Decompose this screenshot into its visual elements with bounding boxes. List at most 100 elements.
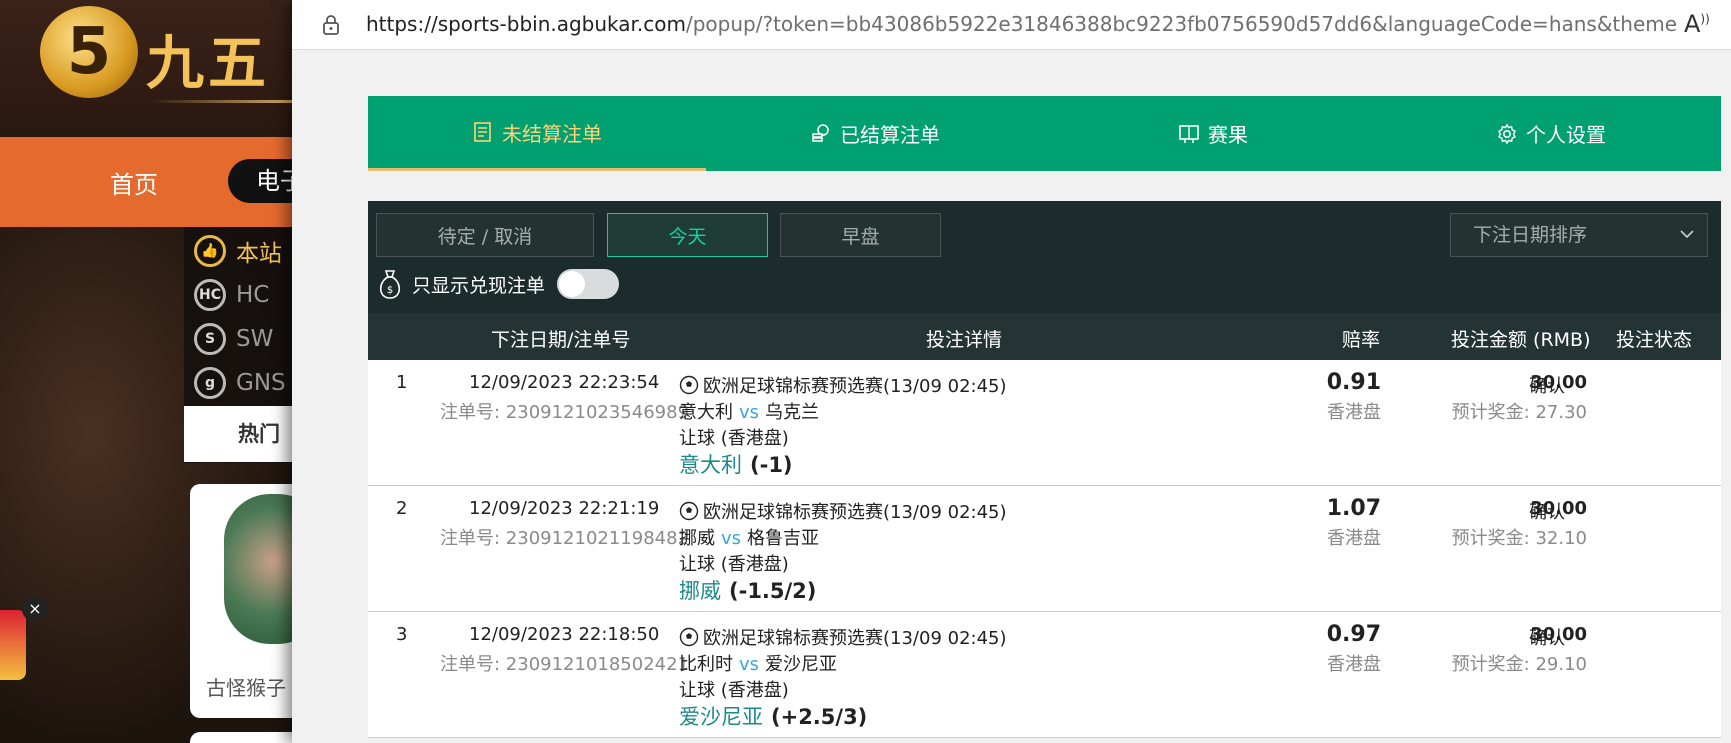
tab-label: 未结算注单: [502, 121, 602, 146]
ticket-number: 注单号: 2309121021198482: [440, 528, 690, 549]
match: 挪威 vs 格鲁吉亚: [679, 524, 819, 550]
gear-icon: [1498, 123, 1516, 144]
provider-item-gns[interactable]: g GNS: [194, 363, 286, 403]
game-card[interactable]: 古怪猴子: [190, 484, 300, 718]
cashout-filter: $ 只显示兑现注单: [376, 267, 620, 301]
provider-label: GNS: [236, 370, 286, 396]
ticket-number: 注单号: 2309121018502421: [440, 654, 690, 675]
provider-label: HC: [236, 282, 270, 308]
bet-date: 12/09/2023 22:18:50: [469, 624, 660, 645]
sort-dropdown[interactable]: 下注日期排序: [1450, 213, 1708, 257]
odds-type: 香港盘: [1327, 402, 1381, 423]
league-name: 欧洲足球锦标赛预选赛(13/09 02:45): [703, 376, 1007, 397]
vs-label: vs: [739, 402, 760, 423]
game-card[interactable]: [190, 732, 300, 743]
provider-item-local[interactable]: 👍 本站: [194, 231, 282, 271]
promo-badge[interactable]: [0, 610, 26, 680]
game-thumbnail: [224, 494, 300, 644]
selection-line: (+2.5/3): [771, 705, 868, 729]
market: 让球 (香港盘): [679, 428, 789, 449]
url-text[interactable]: https://sports-bbin.agbukar.com/popup/?t…: [366, 12, 1676, 36]
ticket-list-icon: [474, 122, 491, 142]
soccer-ball-icon: [679, 501, 699, 521]
league-name: 欧洲足球锦标赛预选赛(13/09 02:45): [703, 628, 1007, 649]
bet-date: 12/09/2023 22:23:54: [469, 372, 660, 393]
odds-value: 1.07: [1326, 496, 1381, 521]
selection-line: (-1.5/2): [729, 579, 817, 603]
table-row: 3 12/09/2023 22:18:50 注单号: 2309121018502…: [368, 612, 1721, 738]
header-stake: 投注金额 (RMB): [1451, 329, 1591, 351]
bet-status: 确认: [1529, 376, 1565, 397]
provider-item-sw[interactable]: S SW: [194, 319, 273, 359]
site-logo-text: 九五: [146, 29, 271, 97]
market: 让球 (香港盘): [679, 554, 789, 575]
money-bag-icon: $: [379, 270, 401, 299]
close-icon[interactable]: ×: [22, 596, 48, 622]
row-index: 2: [396, 498, 408, 519]
away-team: 格鲁吉亚: [747, 528, 820, 549]
tab-settings[interactable]: 个人设置: [1382, 96, 1720, 171]
expected-payout: 预计奖金: 27.30: [1451, 402, 1587, 423]
provider-item-hc[interactable]: HC HC: [194, 275, 269, 315]
home-team: 意大利: [679, 402, 733, 423]
cashout-toggle[interactable]: [557, 269, 620, 299]
filter-early-market[interactable]: 早盘: [780, 213, 941, 257]
provider-label: SW: [236, 326, 274, 352]
logo-ornament: [150, 100, 300, 103]
tab-results[interactable]: 赛果: [1044, 96, 1382, 171]
league-name: 欧洲足球锦标赛预选赛(13/09 02:45): [703, 502, 1007, 523]
odds-type: 香港盘: [1327, 654, 1381, 675]
filter-today[interactable]: 今天: [607, 213, 768, 257]
sw-icon: S: [194, 323, 226, 355]
coins-icon: [812, 123, 829, 142]
address-bar[interactable]: https://sports-bbin.agbukar.com/popup/?t…: [292, 0, 1731, 50]
scoreboard-icon: [1179, 124, 1199, 143]
selection: 挪威 (-1.5/2): [679, 575, 816, 605]
odds-value: 0.97: [1326, 622, 1381, 647]
table-row: 2 12/09/2023 22:21:19 注单号: 2309121021198…: [368, 486, 1721, 612]
site-logo-mark[interactable]: 5: [40, 6, 138, 98]
lock-icon[interactable]: [322, 15, 340, 35]
header-odds: 赔率: [1342, 329, 1381, 351]
market: 让球 (香港盘): [679, 680, 789, 701]
tab-label: 个人设置: [1526, 123, 1606, 147]
row-index: 3: [396, 624, 408, 645]
home-team: 比利时: [679, 654, 733, 675]
hot-tab[interactable]: 热门: [184, 406, 300, 462]
filter-panel: 待定 / 取消 今天 早盘 下注日期排序 $ 只显示兑现注单: [368, 201, 1721, 313]
tab-unsettled[interactable]: 未结算注单: [368, 96, 706, 171]
tab-settled[interactable]: 已结算注单: [706, 96, 1044, 171]
site-nav: 首页 电子: [0, 137, 300, 227]
bet-status: 确认: [1529, 502, 1565, 523]
away-team: 爱沙尼亚: [765, 654, 838, 675]
header-date: 下注日期/注单号: [491, 329, 631, 351]
nav-home-link[interactable]: 首页: [110, 165, 158, 200]
tab-label: 已结算注单: [840, 123, 940, 147]
expected-payout: 预计奖金: 29.10: [1451, 654, 1587, 675]
table-header: 下注日期/注单号 投注详情 赔率 投注金额 (RMB) 投注状态: [368, 313, 1721, 360]
header-status: 投注状态: [1616, 329, 1693, 351]
ticket-number: 注单号: 2309121023546989: [440, 402, 690, 423]
url-host: https://sports-bbin.agbukar.com: [366, 12, 686, 36]
table-row: 1 12/09/2023 22:23:54 注单号: 2309121023546…: [368, 360, 1721, 486]
toggle-knob: [559, 271, 586, 297]
selection-team[interactable]: 意大利: [679, 453, 742, 477]
league: 欧洲足球锦标赛预选赛(13/09 02:45): [679, 498, 1007, 524]
svg-text:$: $: [387, 285, 393, 296]
away-team: 乌克兰: [765, 402, 820, 423]
background-website: 5 九五 首页 电子 👍 本站 HC HC S SW g GNS 热门 古怪猴子…: [0, 0, 300, 743]
league: 欧洲足球锦标赛预选赛(13/09 02:45): [679, 624, 1007, 650]
popup-window: https://sports-bbin.agbukar.com/popup/?t…: [292, 0, 1731, 743]
filter-pending-cancelled[interactable]: 待定 / 取消: [376, 213, 594, 257]
odds-value: 0.91: [1326, 370, 1381, 395]
game-name: 古怪猴子: [206, 676, 286, 700]
cashout-label: 只显示兑现注单: [412, 274, 546, 297]
gns-icon: g: [194, 367, 226, 399]
sort-label: 下注日期排序: [1473, 224, 1588, 246]
row-index: 1: [396, 372, 408, 393]
selection-team[interactable]: 挪威: [679, 579, 721, 603]
vs-label: vs: [739, 654, 760, 675]
selection-team[interactable]: 爱沙尼亚: [679, 705, 763, 729]
read-aloud-icon[interactable]: A)): [1684, 10, 1710, 38]
nav-electronic-link[interactable]: 电子: [228, 159, 300, 203]
